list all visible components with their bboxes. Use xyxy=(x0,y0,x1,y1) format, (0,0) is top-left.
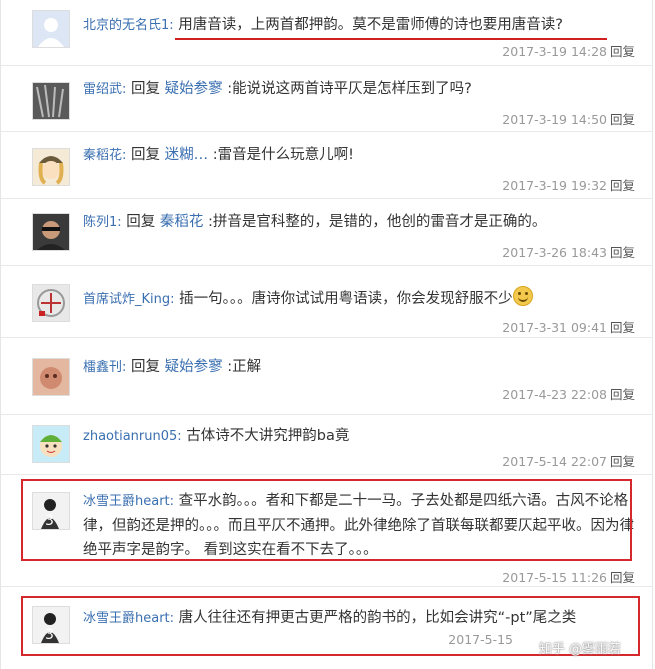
reply-target-link[interactable]: 疑始参寥 xyxy=(165,359,223,375)
comment-item: 首席试炸_King: 插一句。。。唐诗你试试用粤语读，你会发现舒服不少 2017… xyxy=(1,266,653,338)
avatar[interactable] xyxy=(32,358,70,396)
comment-username[interactable]: zhaotianrun05: xyxy=(83,429,182,444)
comment-username[interactable]: 陈列1: xyxy=(83,215,122,230)
comment-date: 2017-3-26 18:43 xyxy=(502,245,607,260)
comment-text: :能说说这两首诗平仄是怎样压到了吗? xyxy=(227,81,472,97)
comment-item: 檑鑫刊: 回复 疑始参寥 :正解 2017-4-23 22:08 回复 xyxy=(1,338,653,415)
comment-date: 2017-3-19 14:50 xyxy=(502,112,607,127)
comment-date: 2017-5-14 22:07 xyxy=(502,454,607,469)
comment-text: :正解 xyxy=(227,359,262,375)
reply-button[interactable]: 回复 xyxy=(610,112,635,127)
reply-target-link[interactable]: 迷糊… xyxy=(165,147,209,163)
reply-word: 回复 xyxy=(131,147,160,163)
avatar[interactable] xyxy=(32,82,70,120)
highlight-box xyxy=(21,479,632,561)
comment-item: 陈列1: 回复 秦稻花 :拼音是官科整的，是错的，他创的雷音才是正确的。 201… xyxy=(1,199,653,266)
reply-button[interactable]: 回复 xyxy=(610,178,635,193)
watermark: 知乎 @雾雨若 xyxy=(538,642,621,657)
comment-date: 2017-4-23 22:08 xyxy=(502,387,607,402)
comment-username[interactable]: 北京的无名氏1: xyxy=(83,18,174,33)
reply-button[interactable]: 回复 xyxy=(610,454,635,469)
comment-text: 用唐音读，上两首都押韵。莫不是雷师傅的诗也要用唐音读? xyxy=(178,17,563,33)
avatar[interactable] xyxy=(32,213,70,251)
comment-item: 北京的无名氏1: 用唐音读，上两首都押韵。莫不是雷师傅的诗也要用唐音读? 201… xyxy=(1,0,653,66)
comment-item: 秦稻花: 回复 迷糊… :雷音是什么玩意儿啊! 2017-3-19 19:32 回… xyxy=(1,132,653,199)
comment-date: 2017-3-19 19:32 xyxy=(502,178,607,193)
highlight-underline xyxy=(175,38,607,40)
comment-text: :拼音是官科整的，是错的，他创的雷音才是正确的。 xyxy=(207,214,547,230)
smile-emoji-icon xyxy=(512,286,533,306)
reply-target-link[interactable]: 疑始参寥 xyxy=(165,81,223,97)
comment-date: 2017-3-31 09:41 xyxy=(502,320,607,335)
reply-word: 回复 xyxy=(126,214,156,230)
comment-username[interactable]: 檑鑫刊: xyxy=(83,360,126,375)
reply-button[interactable]: 回复 xyxy=(610,245,635,260)
avatar[interactable] xyxy=(32,425,70,463)
reply-target-link[interactable]: 秦稻花 xyxy=(160,214,204,230)
reply-word: 回复 xyxy=(131,359,160,375)
comment-text: 插一句。。。唐诗你试试用粤语读，你会发现舒服不少 xyxy=(179,291,513,307)
reply-button[interactable]: 回复 xyxy=(610,44,635,59)
comment-text: 古体诗不大讲究押韵ba竟 xyxy=(186,428,350,444)
comment-username[interactable]: 雷绍武: xyxy=(83,82,126,97)
avatar[interactable] xyxy=(32,10,70,48)
comment-date: 2017-5-15 11:26 xyxy=(502,570,607,585)
reply-button[interactable]: 回复 xyxy=(610,570,635,585)
comment-date: 2017-3-19 14:28 xyxy=(502,44,607,59)
reply-button[interactable]: 回复 xyxy=(610,387,635,402)
comment-username[interactable]: 首席试炸_King: xyxy=(83,292,175,307)
avatar[interactable] xyxy=(32,284,70,322)
avatar[interactable] xyxy=(32,148,70,186)
comment-text: :雷音是什么玩意儿啊! xyxy=(212,147,354,163)
reply-word: 回复 xyxy=(131,81,160,97)
comment-username[interactable]: 秦稻花: xyxy=(83,148,126,163)
comment-item: 雷绍武: 回复 疑始参寥 :能说说这两首诗平仄是怎样压到了吗? 2017-3-1… xyxy=(1,66,653,132)
reply-button[interactable]: 回复 xyxy=(610,320,635,335)
comment-item: zhaotianrun05: 古体诗不大讲究押韵ba竟 2017-5-14 22… xyxy=(1,415,653,475)
